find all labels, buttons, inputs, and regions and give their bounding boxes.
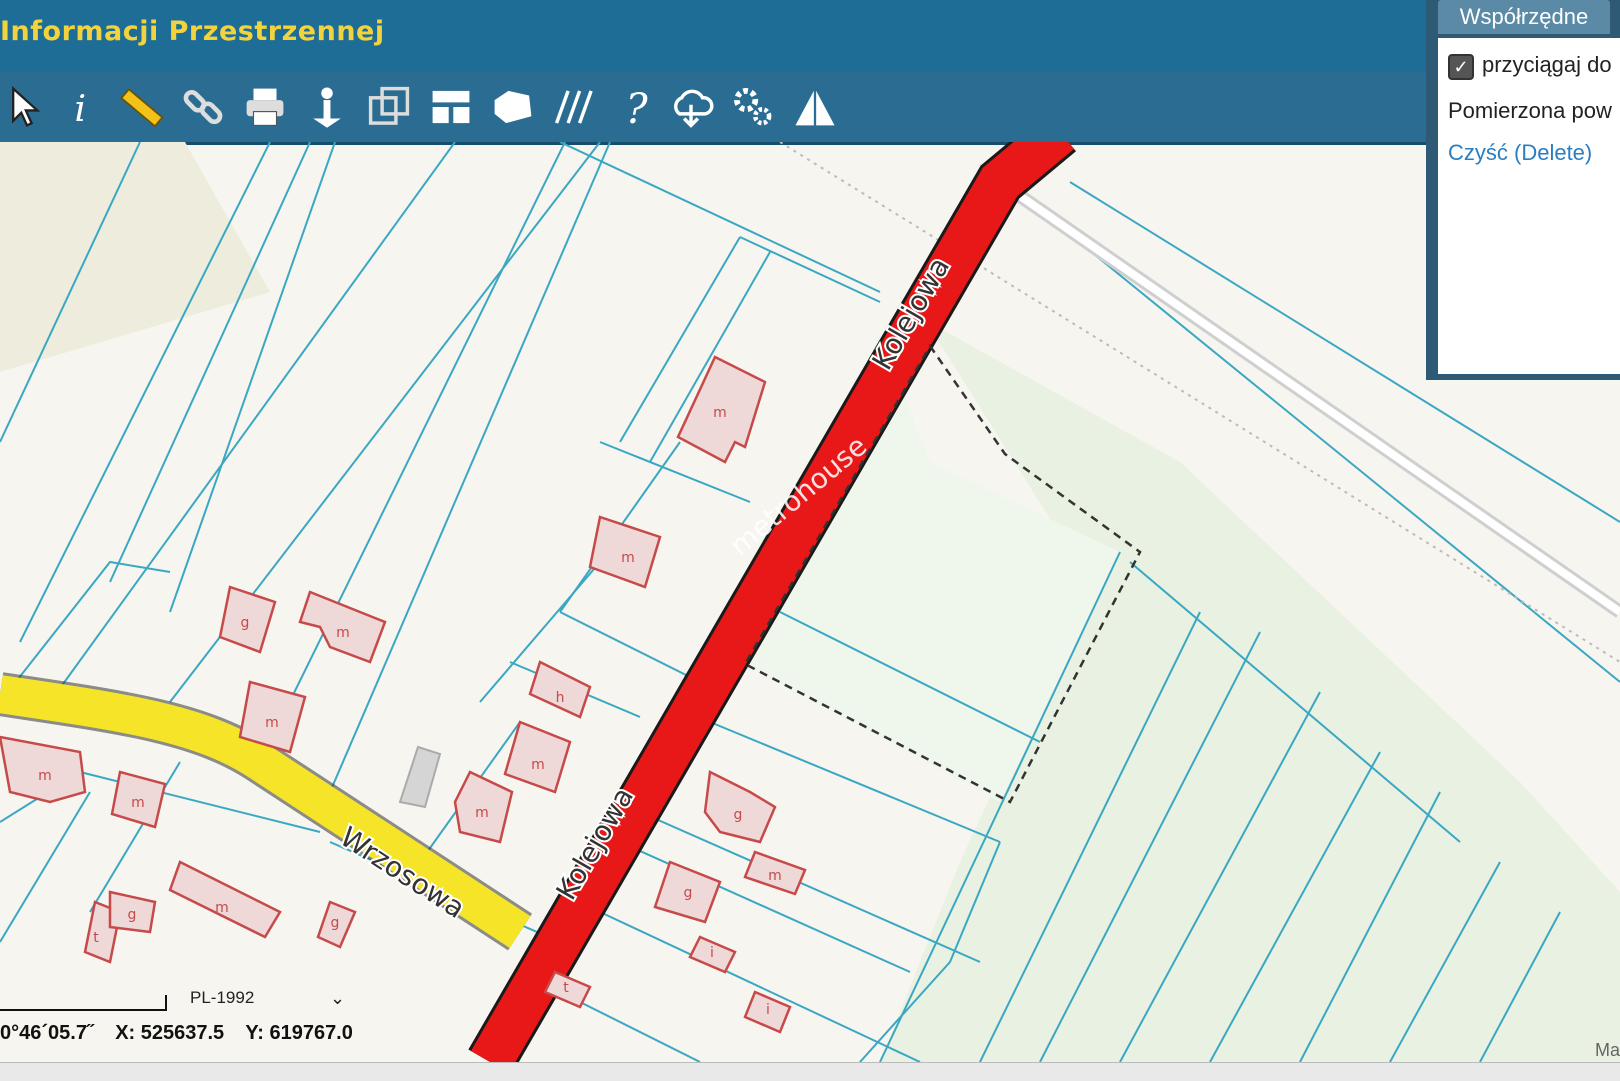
app-header: Informacji Przestrzennej [0, 0, 1428, 72]
map-toolbar: i ? [0, 72, 1428, 145]
building-label: g [241, 615, 250, 631]
crs-selector[interactable]: PL-1992 [190, 988, 254, 1008]
chevron-down-icon[interactable]: ⌄ [330, 988, 345, 1009]
scale-bar [0, 995, 167, 1011]
settings-icon[interactable] [726, 80, 780, 134]
building-label: t [93, 930, 99, 946]
building-label: m [336, 625, 350, 641]
warning-icon[interactable] [788, 80, 842, 134]
building-label: g [331, 915, 340, 931]
print-icon[interactable] [238, 80, 292, 134]
coordinates-panel: Współrzędne ✓ przyciągaj do Pomierzona p… [1426, 0, 1620, 380]
building-label: m [215, 900, 229, 916]
building-label: m [265, 715, 279, 731]
info-icon[interactable]: i [52, 80, 106, 134]
building-label: t [563, 980, 569, 996]
clear-link[interactable]: Czyść (Delete) [1448, 140, 1592, 166]
layout-icon[interactable] [424, 80, 478, 134]
building-label: g [684, 885, 693, 901]
building-label: i [766, 1002, 770, 1018]
pointer-icon[interactable] [0, 80, 54, 134]
ruler-icon[interactable] [114, 80, 168, 134]
longitude-readout: 0°46´05.7˝ [0, 1022, 94, 1044]
copy-icon[interactable] [362, 80, 416, 134]
building-label: i [710, 945, 714, 961]
building-label: m [713, 405, 727, 421]
building-label: h [556, 690, 565, 706]
tab-coordinates[interactable]: Współrzędne [1438, 0, 1610, 34]
building-label: m [768, 868, 782, 884]
y-readout: Y: 619767.0 [245, 1022, 353, 1044]
attribution: Ma [1594, 1040, 1620, 1060]
identify-icon[interactable] [300, 80, 354, 134]
building-label: m [131, 795, 145, 811]
building-label: m [531, 757, 545, 773]
hatch-icon[interactable] [548, 80, 602, 134]
panel-body [1438, 38, 1620, 374]
coordinate-readout: 0°46´05.7˝ X: 525637.5 Y: 619767.0 [0, 1022, 369, 1045]
bottom-bar [0, 1062, 1620, 1081]
help-icon[interactable]: ? [610, 80, 664, 134]
snap-label: przyciągaj do [1482, 52, 1612, 77]
cloud-download-icon[interactable] [664, 80, 718, 134]
map-canvas[interactable]: mmgmmhmmmmmgmgtggiti Kolejowa Kolejowa W… [0, 142, 1620, 1062]
area-icon[interactable] [486, 80, 540, 134]
building-label: m [38, 768, 52, 784]
measured-area-label: Pomierzona pow [1448, 98, 1612, 123]
snap-checkbox[interactable]: ✓ [1448, 54, 1474, 80]
building-label: m [621, 550, 635, 566]
link-icon[interactable] [176, 80, 230, 134]
building-label: g [734, 807, 743, 823]
building-label: m [475, 805, 489, 821]
building-label: g [128, 907, 137, 923]
app-title: Informacji Przestrzennej [0, 16, 385, 47]
x-readout: X: 525637.5 [115, 1022, 225, 1044]
svg-text:i: i [74, 87, 86, 130]
svg-text:?: ? [626, 85, 649, 130]
